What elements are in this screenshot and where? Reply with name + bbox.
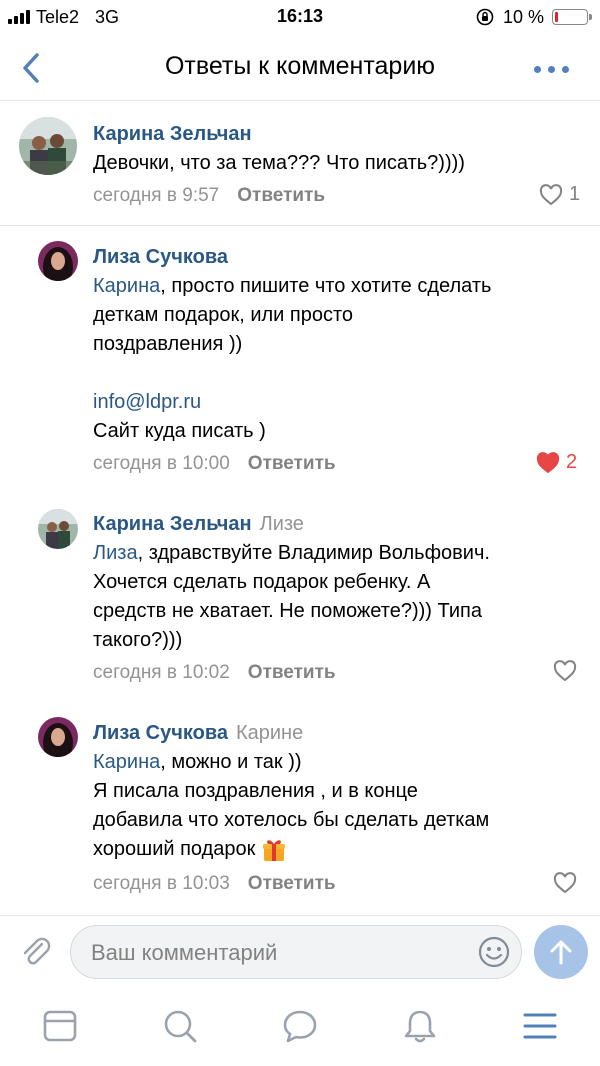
like-button[interactable]: 2 xyxy=(536,451,577,474)
comment-meta: сегодня в 9:57 Ответить xyxy=(93,185,325,207)
mention-link[interactable]: Лиза xyxy=(93,542,138,564)
comment-text: Лиза, здравствуйте Владимир Вольфович. Х… xyxy=(93,542,490,651)
reply-to-label: Лизе xyxy=(259,513,304,535)
mention-link[interactable]: Карина xyxy=(93,275,160,297)
comment-item: Лиза Сучкова Карина, просто пишите что х… xyxy=(0,226,600,492)
like-button[interactable] xyxy=(553,872,577,894)
comment-input-bar xyxy=(0,915,600,988)
status-right: 10 % xyxy=(475,6,592,28)
comment-time: сегодня в 9:57 xyxy=(93,185,220,206)
like-button[interactable]: 1 xyxy=(539,183,580,206)
reply-button[interactable]: Ответить xyxy=(248,662,336,683)
like-count: 1 xyxy=(569,183,581,205)
comment-author[interactable]: Лиза Сучкова Карине xyxy=(93,722,303,745)
nav-bar: Ответы к комментарию xyxy=(0,36,600,101)
battery-percent: 10 % xyxy=(502,6,544,27)
comment-text: Карина, просто пишите что хотите сделать… xyxy=(93,275,492,442)
comment-item: Карина Зельчан Лизе Лиза, здравствуйте Вл… xyxy=(0,492,600,702)
comment-item: Карина Зельчан Девочки, что за тема??? Ч… xyxy=(0,101,600,225)
avatar[interactable] xyxy=(19,117,77,175)
reply-button[interactable]: Ответить xyxy=(248,873,336,894)
menu-icon xyxy=(523,1013,557,1039)
comment-input[interactable] xyxy=(89,936,473,970)
tab-search[interactable] xyxy=(160,1006,200,1046)
messages-icon xyxy=(283,1010,317,1043)
comment-time: сегодня в 10:03 xyxy=(93,873,230,894)
news-icon xyxy=(43,1010,77,1042)
comment-field[interactable] xyxy=(70,925,522,979)
comments-list: Карина Зельчан Девочки, что за тема??? Ч… xyxy=(0,101,600,915)
tab-menu[interactable] xyxy=(520,1006,560,1046)
comment-time: сегодня в 10:02 xyxy=(93,662,230,683)
arrow-up-icon xyxy=(550,940,572,965)
heart-outline-icon xyxy=(553,660,577,682)
page-title: Ответы к комментарию xyxy=(164,52,436,80)
avatar[interactable] xyxy=(38,241,78,281)
tab-notifications[interactable] xyxy=(400,1006,440,1046)
tab-bar xyxy=(0,988,600,1066)
heart-outline-icon xyxy=(553,872,577,894)
comment-author[interactable]: Карина Зельчан Лизе xyxy=(93,513,304,536)
send-button[interactable] xyxy=(534,925,588,979)
attachment-icon[interactable] xyxy=(18,934,54,970)
comment-text: Карина, можно и так )) Я писала поздравл… xyxy=(93,748,489,864)
reply-button[interactable]: Ответить xyxy=(248,453,336,474)
more-options-icon[interactable] xyxy=(534,64,572,74)
reply-to-label: Карине xyxy=(235,722,304,744)
comment-meta: сегодня в 10:00 Ответить xyxy=(93,453,336,475)
gift-emoji-icon xyxy=(263,839,286,861)
like-button[interactable] xyxy=(553,660,577,682)
battery-icon xyxy=(552,9,592,25)
tab-news[interactable] xyxy=(40,1006,80,1046)
orientation-lock-icon xyxy=(476,8,494,26)
email-link[interactable]: info@ldpr.ru xyxy=(93,388,491,417)
notifications-icon xyxy=(404,1010,436,1043)
reply-button[interactable]: Ответить xyxy=(237,185,325,206)
avatar[interactable] xyxy=(38,509,78,549)
like-count: 2 xyxy=(566,451,578,473)
comment-time: сегодня в 10:00 xyxy=(93,453,230,474)
emoji-icon[interactable] xyxy=(477,935,511,969)
mention-link[interactable]: Карина xyxy=(93,751,160,773)
comment-author[interactable]: Лиза Сучкова xyxy=(93,246,228,269)
comment-item: Лиза Сучкова Карине Карина, можно и так )… xyxy=(0,702,600,915)
status-bar: Tele2 3G 16:13 10 % xyxy=(0,0,600,36)
avatar[interactable] xyxy=(38,717,78,757)
comment-meta: сегодня в 10:03 Ответить xyxy=(93,873,336,895)
comment-author[interactable]: Карина Зельчан xyxy=(93,123,252,146)
comment-text: Девочки, что за тема??? Что писать?)))) xyxy=(93,152,465,174)
tab-messages[interactable] xyxy=(280,1006,320,1046)
comment-meta: сегодня в 10:02 Ответить xyxy=(93,662,336,684)
search-icon xyxy=(164,1010,197,1043)
heart-outline-icon xyxy=(539,183,563,205)
heart-filled-icon xyxy=(536,451,560,473)
